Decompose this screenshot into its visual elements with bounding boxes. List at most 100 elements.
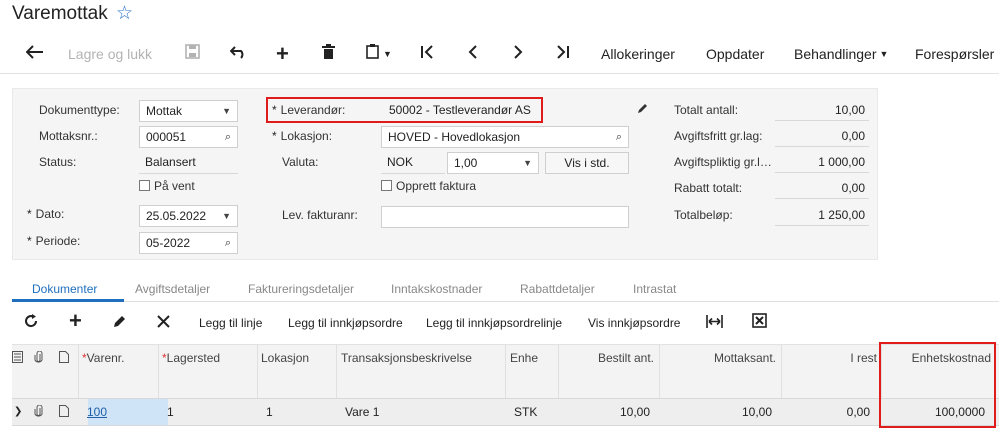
first-record-icon[interactable] (420, 42, 434, 66)
inquiries-menu[interactable]: Forespørsler (915, 42, 994, 66)
total-qty-label: Totalt antall: (674, 103, 739, 117)
period-field[interactable]: 05-2022 ⌕ (139, 232, 238, 254)
actions-menu-label: Behandlinger (794, 46, 877, 62)
add-line-button[interactable]: Legg til linje (199, 313, 262, 333)
date-label-text: Dato: (35, 207, 65, 221)
supplier-value[interactable]: 50002 - Testleverandør AS (389, 100, 531, 120)
add-purchase-order-button[interactable]: Legg til innkjøpsordre (288, 313, 403, 333)
column-separator (158, 345, 159, 399)
refresh-icon[interactable] (24, 313, 38, 333)
save-close-button[interactable]: Lagre og lukk (68, 42, 152, 66)
on-hold-checkbox[interactable]: På vent (139, 176, 195, 196)
export-excel-icon[interactable] (752, 313, 767, 333)
previous-record-icon[interactable] (468, 42, 478, 66)
cell-location[interactable]: 1 (266, 405, 273, 419)
col-description[interactable]: Transaksjonsbeskrivelse (341, 351, 472, 365)
tab-documents[interactable]: Dokumenter (32, 282, 97, 296)
actions-menu[interactable]: Behandlinger ▼ (794, 42, 888, 66)
attachment-icon[interactable] (34, 404, 43, 421)
doc-type-label: Dokumenttype: (39, 103, 120, 117)
cell-ordered-qty[interactable]: 10,00 (562, 405, 650, 419)
col-remaining[interactable]: I rest (785, 351, 877, 365)
document-header-form: Dokumenttype: Mottak ▼ Mottaksnr.: 000051… (12, 88, 878, 260)
next-record-icon[interactable] (513, 42, 523, 66)
cell-description[interactable]: Vare 1 (345, 405, 379, 419)
attachment-icon[interactable] (34, 350, 43, 367)
notes-icon[interactable] (12, 351, 23, 366)
edit-pencil-icon[interactable] (113, 313, 127, 333)
total-amount-label: Totalbeløp: (674, 208, 733, 222)
title-bar: Varemottak ☆ (0, 0, 999, 32)
chevron-down-icon: ▼ (523, 158, 532, 168)
date-label: * Dato: (27, 207, 65, 221)
checkbox-icon (381, 180, 392, 191)
tab-intrastat[interactable]: Intrastat (633, 282, 676, 296)
active-tab-indicator (12, 299, 124, 302)
cell-item-no[interactable]: 100 (87, 405, 107, 419)
col-ordered-qty[interactable]: Bestilt ant. (562, 351, 654, 365)
col-item-no[interactable]: *Varenr. (82, 351, 124, 365)
tab-billing-details[interactable]: Faktureringsdetaljer (248, 282, 354, 296)
cell-unit[interactable]: STK (514, 405, 537, 419)
delete-icon[interactable] (322, 42, 335, 66)
document-icon[interactable] (59, 405, 69, 420)
allocations-button[interactable]: Allokeringer (601, 42, 675, 66)
taxable-base-underline (775, 172, 869, 173)
row-pointer-icon: ❯ (14, 406, 23, 417)
document-icon[interactable] (59, 351, 69, 366)
cell-received-qty[interactable]: 10,00 (663, 405, 772, 419)
total-qty-value: 10,00 (834, 103, 865, 117)
date-value: 25.05.2022 (146, 209, 207, 223)
date-select[interactable]: 25.05.2022 ▼ (139, 205, 238, 227)
taxable-base-value: 1 000,00 (818, 155, 865, 169)
add-purchase-order-line-button[interactable]: Legg til innkjøpsordrelinje (426, 313, 562, 333)
add-icon[interactable]: + (276, 42, 289, 66)
search-icon[interactable]: ⌕ (616, 127, 622, 147)
location-field[interactable]: HOVED - Hovedlokasjon ⌕ (381, 126, 629, 148)
fit-columns-icon[interactable] (706, 313, 723, 333)
checkbox-icon (139, 180, 150, 191)
favorite-star-icon[interactable]: ☆ (116, 2, 133, 25)
location-label: * Lokasjon: (272, 129, 333, 143)
currency-underline (381, 173, 445, 174)
view-in-base-currency-button[interactable]: Vis i std. (545, 152, 629, 174)
tab-landed-costs[interactable]: Inntakskostnader (391, 282, 482, 296)
table-row[interactable]: ❯ 100 1 1 Vare 1 STK 10,00 10,00 0,00 10… (12, 398, 999, 426)
column-separator (505, 345, 506, 399)
create-invoice-checkbox[interactable]: Opprett faktura (381, 176, 476, 196)
tab-discount-details[interactable]: Rabattdetaljer (520, 282, 595, 296)
save-icon[interactable] (185, 42, 200, 66)
page-title: Varemottak (12, 3, 108, 24)
undo-icon[interactable] (229, 42, 247, 66)
cell-remaining[interactable]: 0,00 (785, 405, 870, 419)
supplier-invoice-input[interactable] (381, 206, 629, 228)
search-icon[interactable]: ⌕ (225, 127, 231, 147)
tax-exempt-base-label: Avgiftsfritt gr.lag: (674, 129, 763, 143)
currency-rate-value: 1,00 (454, 156, 478, 170)
update-button[interactable]: Oppdater (706, 42, 764, 66)
delete-row-icon[interactable] (157, 313, 170, 333)
col-location[interactable]: Lokasjon (261, 351, 309, 365)
receipt-no-field[interactable]: 000051 ⌕ (139, 126, 238, 148)
view-purchase-order-button[interactable]: Vis innkjøpsordre (588, 313, 680, 333)
add-row-icon[interactable]: + (69, 310, 82, 332)
clipboard-icon[interactable]: ▼ (366, 42, 392, 66)
col-unit[interactable]: Enhe (510, 351, 538, 365)
on-hold-label: På vent (154, 179, 195, 193)
doc-type-select[interactable]: Mottak ▼ (139, 100, 238, 122)
status-value: Balansert (145, 155, 196, 169)
col-received-qty[interactable]: Mottaksant. (663, 351, 776, 365)
tab-tax-details[interactable]: Avgiftsdetaljer (135, 282, 210, 296)
currency-value[interactable]: NOK (387, 152, 413, 172)
back-arrow-icon[interactable] (25, 42, 44, 66)
period-value: 05-2022 (146, 236, 191, 250)
receipt-no-label: Mottaksnr.: (39, 129, 98, 143)
cell-warehouse[interactable]: 1 (167, 405, 174, 419)
edit-pencil-icon[interactable] (637, 100, 649, 120)
currency-rate-select[interactable]: 1,00 ▼ (447, 152, 539, 174)
col-warehouse[interactable]: *Lagersted (162, 351, 220, 365)
unit-cost-highlight-box (879, 342, 996, 428)
total-qty-underline (775, 120, 869, 121)
search-icon[interactable]: ⌕ (225, 233, 231, 253)
last-record-icon[interactable] (556, 42, 570, 66)
